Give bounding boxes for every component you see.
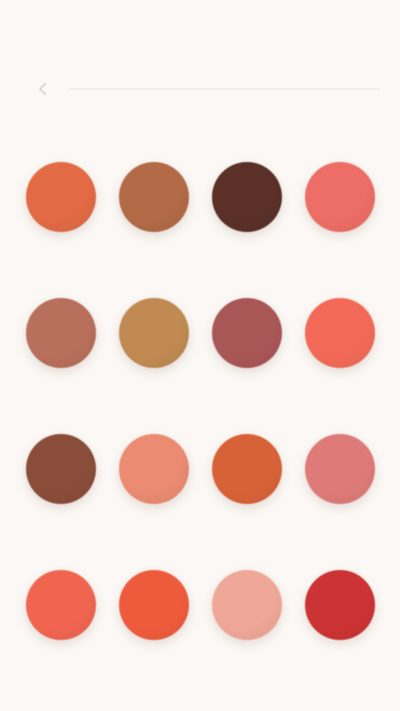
swatch-color (211, 434, 282, 504)
swatch-option[interactable] (107, 150, 200, 286)
swatch-color (25, 298, 96, 368)
swatch-color (118, 570, 189, 640)
swatch-option[interactable] (200, 150, 293, 286)
swatch-color (304, 434, 375, 504)
swatch-option[interactable] (200, 558, 293, 694)
top-bar (0, 0, 400, 130)
back-button[interactable] (26, 72, 60, 106)
swatch-option[interactable] (293, 422, 386, 558)
swatch-option[interactable] (107, 422, 200, 558)
header-divider (70, 88, 380, 90)
swatch-color (211, 298, 282, 368)
swatch-color (118, 162, 189, 232)
swatch-option[interactable] (14, 558, 107, 694)
swatch-color (25, 162, 96, 232)
swatch-color (25, 434, 96, 504)
swatch-option[interactable] (293, 286, 386, 422)
chevron-left-icon (39, 82, 47, 96)
swatch-color (304, 162, 375, 232)
swatch-color (25, 570, 96, 640)
swatch-option[interactable] (293, 558, 386, 694)
swatch-color (211, 162, 282, 232)
swatch-grid (14, 150, 386, 694)
swatch-color (118, 434, 189, 504)
shade-picker-screen (0, 0, 400, 711)
swatch-option[interactable] (200, 422, 293, 558)
swatch-option[interactable] (14, 150, 107, 286)
swatch-option[interactable] (14, 422, 107, 558)
swatch-color (211, 570, 282, 640)
swatch-option[interactable] (14, 286, 107, 422)
swatch-option[interactable] (200, 286, 293, 422)
swatch-color (118, 298, 189, 368)
swatch-color (304, 570, 375, 640)
swatch-option[interactable] (293, 150, 386, 286)
swatch-option[interactable] (107, 286, 200, 422)
swatch-option[interactable] (107, 558, 200, 694)
swatch-color (304, 298, 375, 368)
